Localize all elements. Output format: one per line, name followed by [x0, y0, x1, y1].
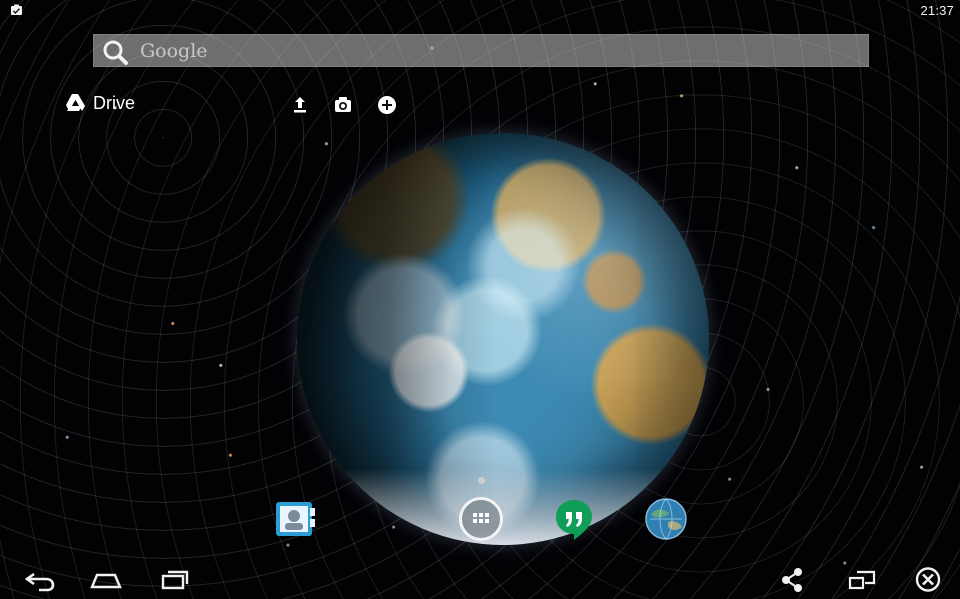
search-placeholder: Google	[140, 40, 208, 62]
home-button[interactable]	[89, 566, 123, 593]
share-icon	[782, 568, 802, 592]
all-apps-icon	[473, 513, 489, 523]
recent-apps-icon	[161, 570, 189, 590]
back-button[interactable]	[24, 566, 56, 593]
upload-icon	[294, 97, 306, 113]
drive-label: Drive	[93, 93, 136, 113]
close-icon	[915, 567, 941, 592]
add-icon	[378, 96, 396, 114]
add-button[interactable]	[374, 92, 400, 118]
drive-widget[interactable]: Drive	[64, 90, 409, 118]
google-search-bar[interactable]: Google	[93, 34, 869, 67]
clipboard-check-icon	[10, 4, 23, 16]
earth-wallpaper	[297, 133, 709, 545]
window-mode-button[interactable]	[846, 566, 878, 593]
home-icon	[90, 573, 122, 589]
contacts-app-button[interactable]	[273, 497, 317, 541]
recent-apps-button[interactable]	[158, 566, 190, 593]
close-button[interactable]	[914, 566, 942, 593]
camera-icon	[335, 97, 351, 112]
status-bar: 21:37	[0, 0, 960, 22]
google-drive-icon	[66, 94, 85, 111]
page-indicator	[478, 477, 485, 484]
contacts-icon	[276, 502, 315, 536]
hangouts-icon	[556, 500, 592, 540]
android-home-screen: 21:37 Google Drive	[0, 0, 960, 599]
all-apps-button[interactable]	[459, 497, 503, 541]
camera-button[interactable]	[330, 92, 356, 118]
hangouts-app-button[interactable]	[552, 497, 596, 541]
earth-icon	[645, 498, 687, 540]
back-icon	[24, 572, 55, 592]
earth-app-button[interactable]	[644, 497, 688, 541]
status-clock: 21:37	[920, 3, 954, 18]
upload-button[interactable]	[287, 92, 313, 118]
window-mode-icon	[848, 570, 876, 590]
search-icon	[102, 39, 128, 65]
share-button[interactable]	[779, 566, 805, 593]
